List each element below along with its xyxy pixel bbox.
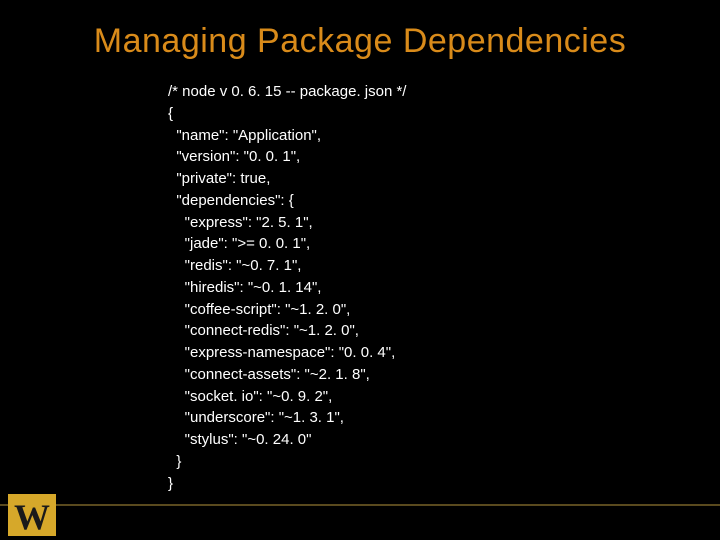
slide: Managing Package Dependencies /* node v … xyxy=(0,0,720,540)
logo-letter: W xyxy=(14,499,50,535)
code-line: "coffee-script": "~1. 2. 0", xyxy=(168,301,350,318)
footer-divider xyxy=(0,504,720,506)
code-line: "redis": "~0. 7. 1", xyxy=(168,257,301,274)
slide-title: Managing Package Dependencies xyxy=(0,22,720,61)
code-line: } xyxy=(168,453,181,470)
code-line: "socket. io": "~0. 9. 2", xyxy=(168,388,332,405)
code-line: "hiredis": "~0. 1. 14", xyxy=(168,279,321,296)
code-line: { xyxy=(168,105,173,122)
code-line: "version": "0. 0. 1", xyxy=(168,148,300,165)
code-line: "express-namespace": "0. 0. 4", xyxy=(168,344,395,361)
code-line: "private": true, xyxy=(168,170,270,187)
code-line: "stylus": "~0. 24. 0" xyxy=(168,431,311,448)
code-line: } xyxy=(168,475,173,492)
code-line: "express": "2. 5. 1", xyxy=(168,214,313,231)
code-line: "jade": ">= 0. 0. 1", xyxy=(168,235,310,252)
code-line: "dependencies": { xyxy=(168,192,294,209)
code-comment: /* node v 0. 6. 15 -- package. json */ xyxy=(168,83,406,100)
logo-badge: W xyxy=(8,494,56,536)
code-line: "name": "Application", xyxy=(168,127,321,144)
code-block: /* node v 0. 6. 15 -- package. json */ {… xyxy=(168,81,720,494)
code-line: "connect-redis": "~1. 2. 0", xyxy=(168,322,359,339)
code-line: "connect-assets": "~2. 1. 8", xyxy=(168,366,370,383)
code-line: "underscore": "~1. 3. 1", xyxy=(168,409,344,426)
